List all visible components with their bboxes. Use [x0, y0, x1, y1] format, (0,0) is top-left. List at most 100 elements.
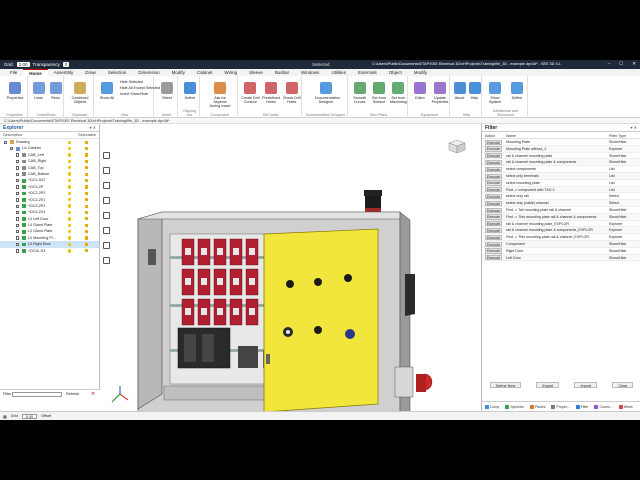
ribbon-button-update-properties[interactable]: Update Properties	[430, 82, 450, 104]
ribbon-button-predefined-holes[interactable]: Predefined Holes	[261, 82, 282, 104]
define-new-button[interactable]: Define New	[489, 382, 522, 388]
visibility-checkbox[interactable]	[16, 223, 20, 228]
ribbon-button-properties[interactable]: Properties	[4, 82, 26, 100]
execute-button[interactable]: Execute	[485, 234, 502, 240]
action-column-header[interactable]: Action	[482, 133, 504, 138]
execute-button[interactable]: Execute	[485, 146, 502, 152]
menu-draw[interactable]: Draw	[79, 69, 102, 76]
menu-wiring[interactable]: Wiring	[218, 69, 243, 76]
ribbon-button-help[interactable]: Help	[467, 82, 482, 100]
lock-icon[interactable]	[85, 146, 89, 151]
lightbulb-icon[interactable]	[68, 140, 72, 144]
filter-row[interactable]: Execute Find -> Tail mounting plate rail …	[482, 207, 640, 214]
lightbulb-icon[interactable]	[68, 204, 72, 208]
lock-icon[interactable]	[85, 236, 89, 240]
lightbulb-icon[interactable]	[68, 229, 72, 234]
3d-viewport[interactable]	[100, 124, 480, 411]
right-door[interactable]	[263, 228, 379, 411]
filter-row[interactable]: Execute Mounting Plate Show/Hide	[482, 139, 640, 146]
lightbulb-icon[interactable]	[68, 172, 72, 176]
execute-button[interactable]: Execute	[485, 193, 502, 200]
lock-icon[interactable]	[85, 185, 89, 189]
ribbon-button-set-from-machining[interactable]: Set from Machining	[389, 82, 408, 104]
execute-button[interactable]: Execute	[485, 139, 502, 145]
grid-value-input[interactable]: 2.00	[16, 62, 30, 67]
maximize-icon[interactable]: ☐	[619, 61, 623, 67]
ribbon-button-editor[interactable]: Editor	[410, 82, 430, 100]
lock-icon[interactable]	[85, 172, 89, 176]
lock-icon[interactable]	[85, 210, 89, 215]
execute-button[interactable]: Execute	[485, 227, 502, 234]
filter-row[interactable]: Execute select only (cable) channel Select	[482, 200, 640, 207]
execute-button[interactable]: Execute	[485, 248, 502, 254]
filter-row[interactable]: Execute Left Door Show/Hide	[482, 254, 640, 262]
description-column-header[interactable]: Description	[3, 132, 22, 138]
lock-icon[interactable]	[85, 223, 89, 227]
execute-button[interactable]: Execute	[485, 241, 502, 247]
visibility-checkbox[interactable]	[16, 191, 20, 196]
menu-externals[interactable]: Externals	[352, 69, 383, 76]
execute-button[interactable]: Execute	[485, 200, 502, 206]
execute-button[interactable]: Execute	[485, 166, 502, 172]
visibility-checkbox[interactable]	[16, 242, 20, 247]
lightbulb-icon[interactable]	[68, 236, 72, 240]
ribbon-button-combined-objects[interactable]: Combined Objects	[69, 82, 91, 104]
menu-utilities[interactable]: Utilities	[325, 69, 352, 76]
menu-home[interactable]: Home	[23, 69, 48, 76]
visibility-checkbox[interactable]	[4, 140, 8, 144]
status-grid-input[interactable]: 5.00	[21, 413, 38, 419]
lock-icon[interactable]	[85, 140, 89, 144]
visibility-checkbox[interactable]	[16, 172, 20, 176]
menu-busbar[interactable]: Busbar	[269, 69, 295, 76]
lock-icon[interactable]	[85, 242, 89, 247]
menu-assembly[interactable]: Assembly	[48, 69, 80, 76]
ribbon-button-show-system[interactable]: Show System	[484, 82, 506, 104]
visibility-checkbox[interactable]	[16, 166, 20, 170]
close-icon[interactable]: ✕	[632, 61, 636, 67]
lightbulb-icon[interactable]	[68, 249, 72, 253]
ribbon-button-define[interactable]: Define	[180, 82, 200, 100]
filter-type-column-header[interactable]: Filter Type	[607, 133, 640, 138]
filter-row[interactable]: Execute Find -> This mounting plate rail …	[482, 234, 640, 241]
lock-icon[interactable]	[85, 249, 89, 253]
visibility-checkbox[interactable]	[16, 204, 20, 208]
ribbon-button-documentation-designer[interactable]: Documentation Designer	[315, 82, 340, 104]
clear-filter-icon[interactable]: ✕	[91, 391, 95, 397]
visibility-checkbox[interactable]	[16, 153, 20, 157]
lightbulb-icon[interactable]	[68, 223, 72, 227]
view-option-hide-selected[interactable]: Hide Selected	[120, 80, 143, 84]
tab-planes[interactable]: Planes	[527, 404, 549, 409]
ribbon-button-sheet[interactable]: Sheet	[156, 82, 178, 100]
cabinet-model[interactable]	[100, 124, 480, 411]
lock-icon[interactable]	[85, 204, 89, 208]
view-option-hide-all-except-selected[interactable]: Hide All Except Selected	[120, 86, 160, 90]
menu-sleeve[interactable]: Sleeve	[243, 69, 269, 76]
explorer-tree-item[interactable]: +DC3L-S3	[0, 248, 99, 254]
visibility-checkbox[interactable]	[16, 159, 20, 164]
ribbon-button-ask-for-aspects-during-insert[interactable]: Ask for Aspects During Insert	[209, 82, 231, 108]
execute-button[interactable]: Execute	[485, 255, 502, 261]
lock-icon[interactable]	[85, 178, 89, 183]
lightbulb-icon[interactable]	[68, 217, 72, 221]
export-button[interactable]: Export	[536, 382, 560, 388]
clear-button[interactable]: Clear	[612, 382, 634, 388]
panel-controls-icon[interactable]: ▾ ✕	[90, 125, 96, 130]
visibility-checkbox[interactable]	[16, 249, 20, 253]
menu-dimension[interactable]: Dimension	[132, 69, 165, 76]
lock-icon[interactable]	[85, 191, 89, 195]
ribbon-button-redo[interactable]: Redo	[47, 82, 64, 100]
tab-comp[interactable]: Comp	[482, 404, 502, 409]
execute-button[interactable]: Execute	[485, 159, 502, 166]
execute-button[interactable]: Execute	[485, 187, 502, 193]
ribbon-button-show-all[interactable]: Show All	[96, 82, 118, 100]
visibility-checkbox[interactable]	[16, 217, 20, 221]
lightbulb-icon[interactable]	[68, 242, 72, 247]
ribbon-button-about[interactable]: About	[452, 82, 467, 100]
minimize-icon[interactable]: –	[608, 61, 611, 67]
navigation-cube-icon[interactable]	[446, 138, 468, 154]
selectable-column-header[interactable]: Selectable	[78, 132, 96, 138]
filter-row[interactable]: Execute select only terminals List	[482, 172, 640, 180]
lock-icon[interactable]	[85, 217, 89, 221]
lock-icon[interactable]	[85, 230, 89, 234]
execute-button[interactable]: Execute	[485, 207, 502, 213]
